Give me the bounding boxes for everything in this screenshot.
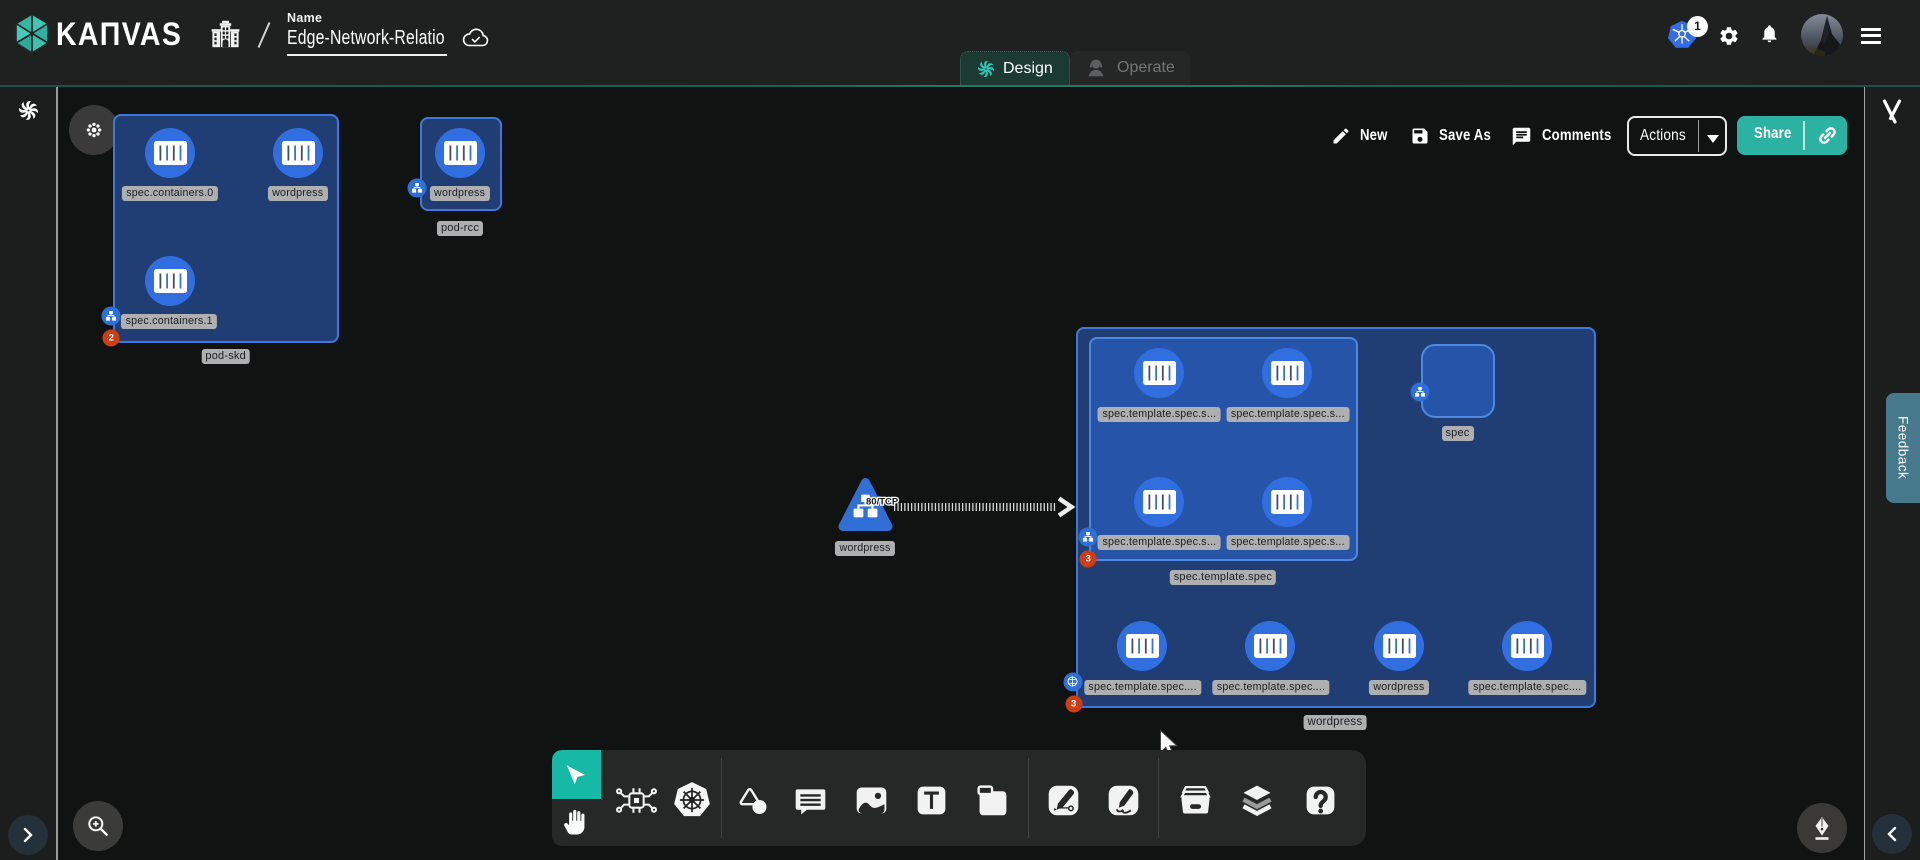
svg-text:80/TCP: 80/TCP [866, 497, 899, 508]
